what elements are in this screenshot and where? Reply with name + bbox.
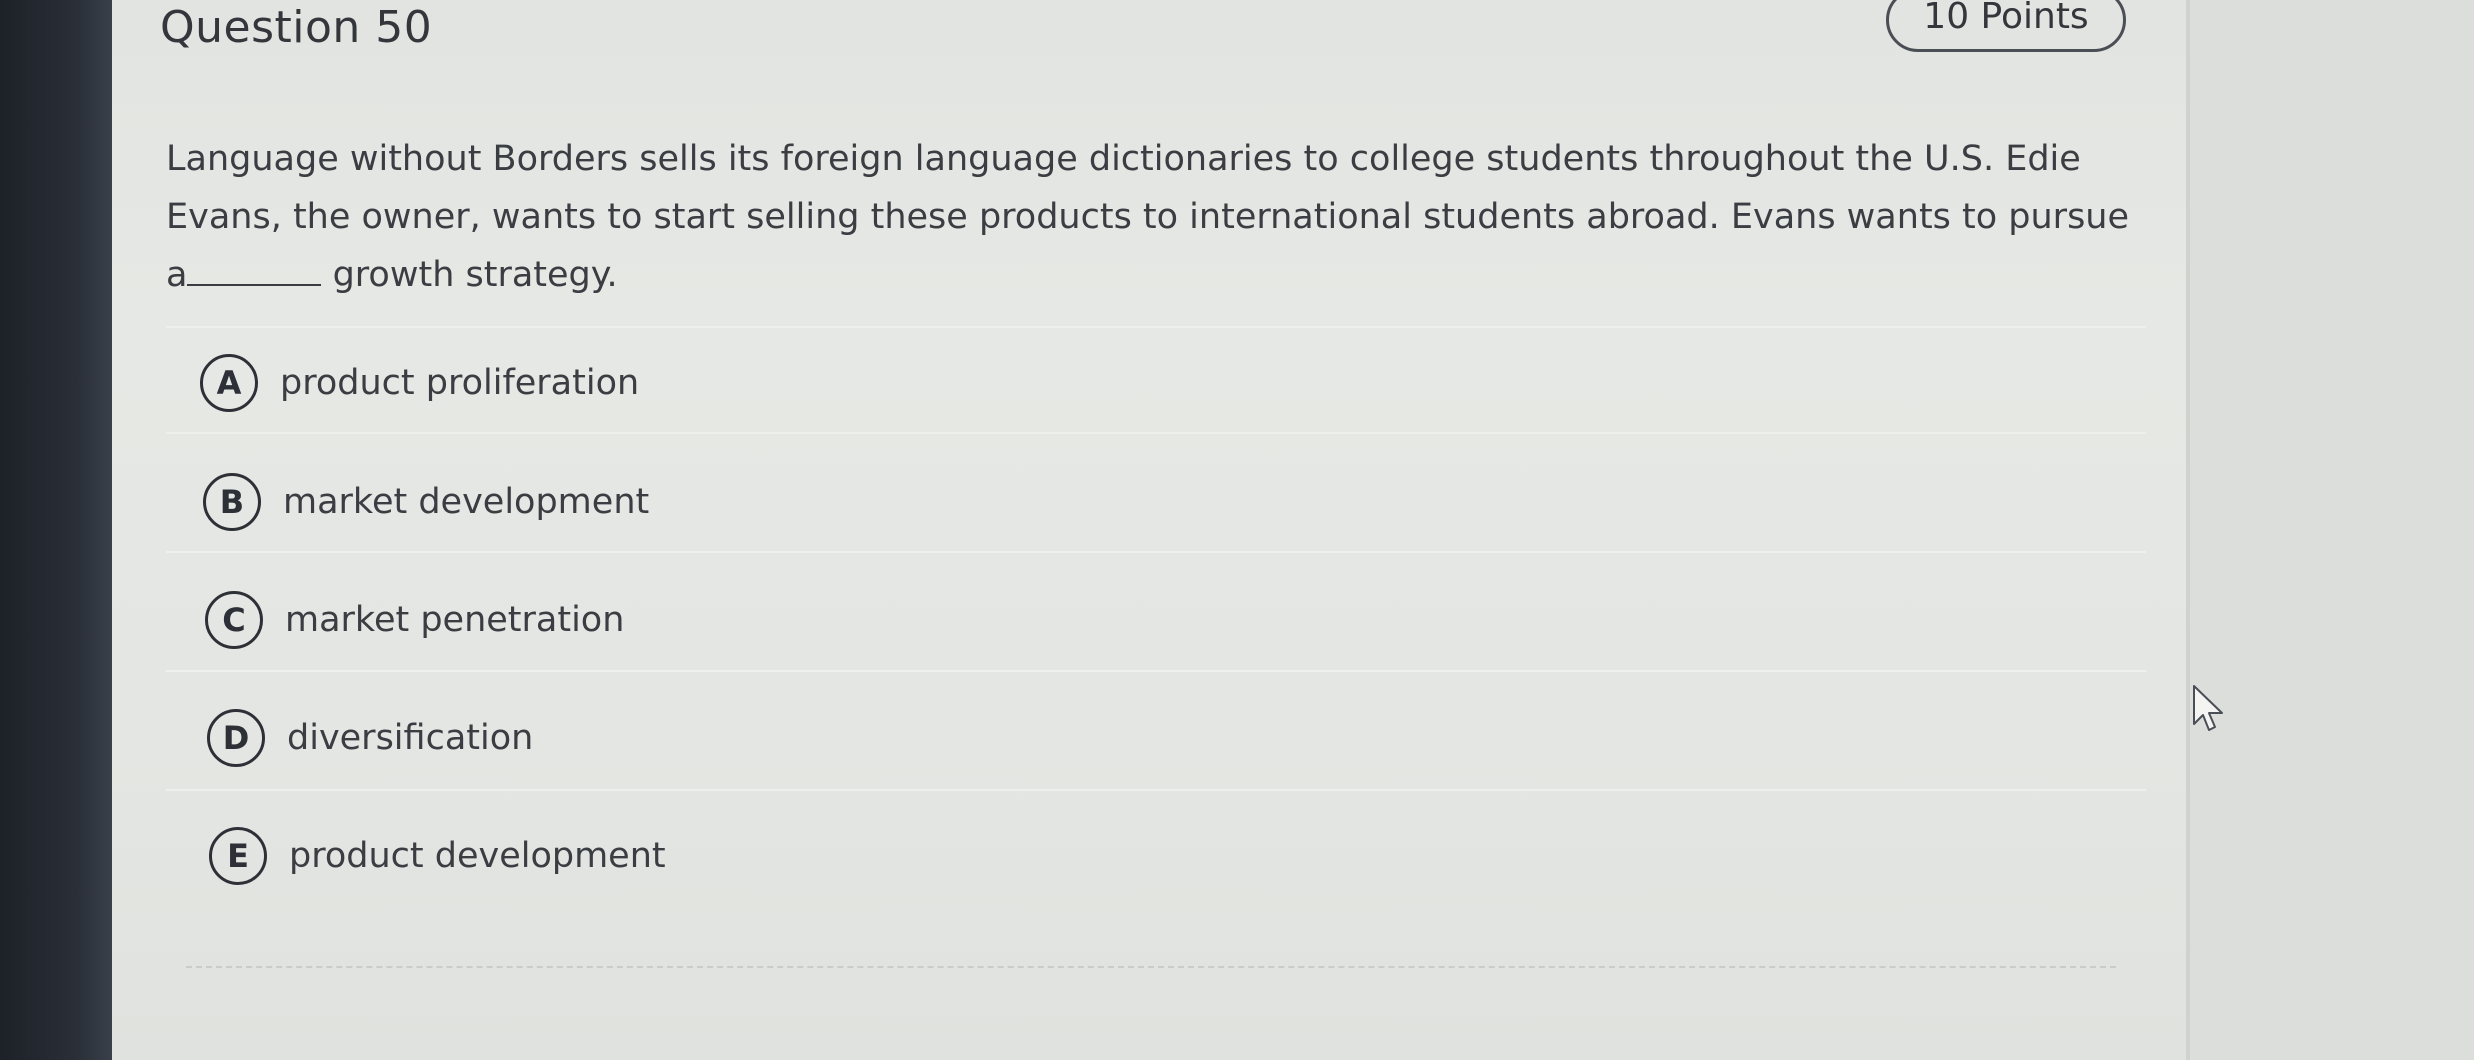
question-prompt: Language without Borders sells its forei… <box>166 130 2146 304</box>
answer-option-d[interactable]: D diversification <box>207 705 533 771</box>
option-letter: A <box>216 364 242 402</box>
option-letter: C <box>222 601 246 639</box>
answer-option-a[interactable]: A product proliferation <box>200 350 639 416</box>
prompt-text-after: growth strategy. <box>332 255 618 295</box>
option-label: product proliferation <box>280 363 640 403</box>
option-letter: E <box>227 837 249 875</box>
option-label: market development <box>283 482 650 522</box>
page-background-right <box>2190 0 2474 1060</box>
mouse-pointer-icon <box>2193 685 2223 731</box>
option-divider <box>166 326 2146 328</box>
answer-option-c[interactable]: C market penetration <box>205 587 624 653</box>
option-label: product development <box>289 836 666 876</box>
option-divider <box>166 551 2146 553</box>
option-label: market penetration <box>285 600 625 640</box>
points-label: 10 Points <box>1923 0 2089 37</box>
option-letter: B <box>219 483 245 521</box>
answer-blank <box>187 256 322 286</box>
answer-option-b[interactable]: B market development <box>203 469 649 535</box>
option-radio-a[interactable]: A <box>200 354 258 412</box>
option-radio-b[interactable]: B <box>203 473 261 531</box>
answer-option-e[interactable]: E product development <box>209 823 666 889</box>
section-separator <box>186 966 2116 968</box>
left-dark-panel <box>0 0 112 1060</box>
option-divider <box>166 670 2146 672</box>
points-badge: 10 Points <box>1886 0 2126 52</box>
option-label: diversification <box>287 718 534 758</box>
question-title: Question 50 <box>160 2 433 53</box>
option-divider <box>166 789 2146 791</box>
option-radio-d[interactable]: D <box>207 709 265 767</box>
option-letter: D <box>222 719 250 757</box>
option-radio-c[interactable]: C <box>205 591 263 649</box>
option-radio-e[interactable]: E <box>209 827 267 885</box>
option-divider <box>166 432 2146 434</box>
